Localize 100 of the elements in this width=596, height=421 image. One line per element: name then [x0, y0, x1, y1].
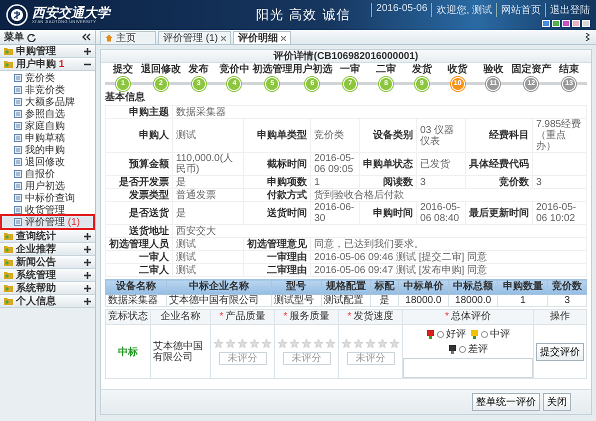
star-rating[interactable] — [213, 338, 272, 349]
menu-item[interactable]: 用户初选 — [2, 180, 93, 192]
field-value: 2016-05-06 09:47 测试 [发布申购] 同意 — [310, 264, 586, 276]
field-label: 是否开发票 — [106, 176, 172, 188]
folder-icon — [4, 284, 13, 292]
menu-group[interactable]: 企业推荐 — [0, 243, 95, 256]
menu-item[interactable]: 我的申购 — [2, 144, 93, 156]
step-label: 发货 — [412, 64, 432, 76]
menu-group[interactable]: 系统管理 — [0, 269, 95, 282]
field-value: 7.985经费（重点办） — [532, 118, 586, 152]
plus-icon[interactable] — [84, 284, 91, 292]
tab[interactable]: 评价管理 (1) — [158, 31, 231, 44]
field-label: 具体经费代码 — [466, 152, 533, 176]
page-icon — [14, 182, 22, 190]
close-icon[interactable] — [281, 36, 286, 40]
header-link[interactable]: 退出登陆 — [545, 3, 590, 17]
comment-field[interactable] — [403, 358, 533, 378]
university-emblem-icon — [6, 4, 28, 26]
close-icon[interactable] — [221, 36, 226, 40]
field-value: 是 — [172, 202, 244, 224]
plus-icon[interactable] — [84, 272, 91, 278]
radio-label: 差评 — [468, 343, 488, 356]
star-icon[interactable] — [341, 338, 352, 349]
theme-swatch-icon[interactable] — [552, 20, 560, 27]
submit-review-button[interactable]: 提交评价 — [536, 342, 584, 360]
star-icon[interactable] — [313, 338, 324, 349]
menu-item[interactable]: 家庭自购 — [2, 120, 93, 132]
menu-item[interactable]: 参照自选 — [2, 108, 93, 120]
star-rating[interactable] — [277, 338, 336, 349]
radio-button[interactable] — [437, 330, 444, 338]
footer-button[interactable]: 关闭 — [543, 393, 571, 411]
plus-icon[interactable] — [84, 246, 91, 252]
field-value: 2016-06-30 — [310, 202, 360, 224]
theme-swatch-icon[interactable] — [572, 20, 580, 27]
star-icon[interactable] — [249, 338, 260, 349]
plus-icon[interactable] — [84, 48, 91, 54]
menu-group[interactable]: 查询统计 — [0, 230, 95, 243]
theme-swatch-icon[interactable] — [562, 20, 570, 27]
menu-item[interactable]: 大额多品牌 — [2, 96, 93, 108]
menu-item[interactable]: 退回修改 — [2, 156, 93, 168]
column-header: 设备名称 — [106, 280, 166, 294]
field-label: 申购主题 — [106, 106, 172, 118]
menu-group[interactable]: 新闻公告 — [0, 256, 95, 269]
plus-icon[interactable] — [84, 232, 91, 240]
star-icon[interactable] — [377, 338, 388, 349]
star-icon[interactable] — [289, 338, 300, 349]
menu-group[interactable]: 个人信息 — [0, 295, 95, 308]
collapse-icon[interactable] — [82, 33, 91, 41]
star-icon[interactable] — [237, 338, 248, 349]
column-header: 中标企业名称 — [166, 280, 272, 294]
star-icon[interactable] — [365, 338, 376, 349]
field-value: 2016-05-06 10:02 — [532, 202, 586, 224]
table-cell: 3 — [548, 294, 586, 306]
star-rating[interactable] — [341, 338, 400, 349]
menu-item[interactable]: 中标价查询 — [2, 192, 93, 204]
star-icon[interactable] — [213, 338, 224, 349]
theme-swatch-icon[interactable] — [582, 20, 590, 27]
step-label: 用户初选 — [292, 64, 332, 76]
field-label: 申购单状态 — [360, 152, 417, 176]
expand-icon[interactable] — [585, 33, 592, 41]
table-cell: 数据采集器 — [106, 294, 166, 306]
step-label: 固定资产 — [511, 64, 552, 76]
menu-item[interactable]: 竞价类 — [2, 72, 93, 84]
menu-group[interactable]: 系统帮助 — [0, 282, 95, 295]
plus-icon[interactable] — [84, 258, 91, 266]
star-icon[interactable] — [389, 338, 400, 349]
page-icon — [14, 158, 22, 166]
star-icon[interactable] — [301, 338, 312, 349]
table-cell: 18000.0 — [448, 294, 498, 306]
plus-icon[interactable] — [84, 298, 91, 304]
menu-item[interactable]: 申购草稿 — [2, 132, 93, 144]
field-label: 申购时间 — [360, 202, 417, 224]
star-icon[interactable] — [261, 338, 272, 349]
radio-label: 中评 — [490, 328, 510, 341]
star-icon[interactable] — [353, 338, 364, 349]
menu-item[interactable]: 评价管理 (1) — [2, 216, 93, 228]
tab[interactable]: 主页 — [100, 31, 156, 44]
table-cell: 是 — [370, 294, 398, 306]
column-header: 型号 — [271, 280, 322, 294]
radio-button[interactable] — [459, 346, 466, 352]
tab[interactable]: 评价明细 — [233, 31, 291, 44]
header-link[interactable]: 网站首页 — [496, 3, 541, 17]
menu-group[interactable]: 申购管理 — [0, 45, 95, 58]
page-icon — [14, 218, 22, 226]
footer-button[interactable]: 整单统一评价 — [472, 393, 540, 411]
table-cell: 艾本德中国有限公司 — [166, 294, 272, 306]
star-icon[interactable] — [325, 338, 336, 349]
page-icon — [14, 170, 22, 178]
menu-group[interactable]: 用户申购 1 — [0, 58, 95, 71]
star-icon[interactable] — [225, 338, 236, 349]
menu-item[interactable]: 非竞价类 — [2, 84, 93, 96]
star-icon[interactable] — [277, 338, 288, 349]
theme-swatch-icon[interactable] — [542, 20, 550, 27]
menu-item[interactable]: 自报价 — [2, 168, 93, 180]
column-header: * 总体评价 — [402, 310, 534, 324]
page-icon — [14, 98, 22, 106]
page-icon — [14, 206, 22, 214]
refresh-icon[interactable] — [27, 32, 36, 42]
field-value: 1 — [310, 176, 360, 188]
radio-button[interactable] — [481, 330, 488, 338]
